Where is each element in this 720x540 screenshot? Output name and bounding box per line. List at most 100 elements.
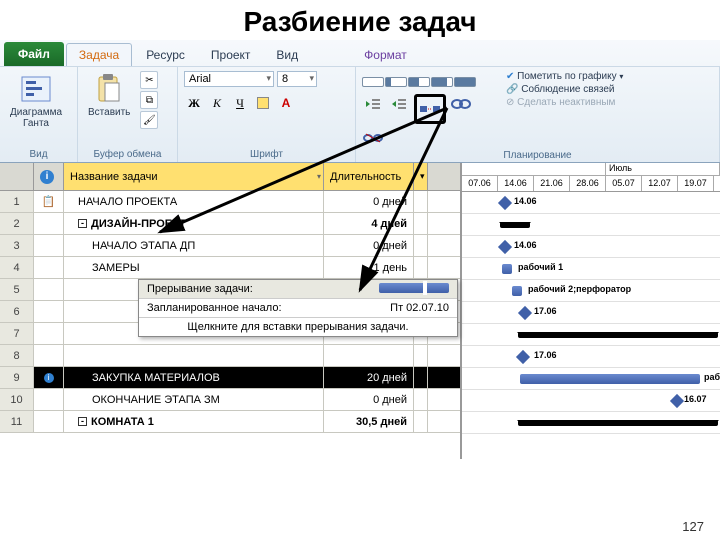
row-number[interactable]: 7: [0, 323, 34, 344]
font-color-button[interactable]: A: [276, 93, 296, 113]
indent-icon[interactable]: [388, 94, 410, 114]
bold-button[interactable]: Ж: [184, 93, 204, 113]
summary-bar[interactable]: [500, 222, 530, 228]
gantt-row[interactable]: 17.06: [462, 346, 720, 368]
cut-button[interactable]: ✂: [140, 71, 158, 89]
tab-project[interactable]: Проект: [199, 44, 263, 66]
duration-cell[interactable]: 4 дней: [324, 213, 414, 234]
gantt-chart-button[interactable]: Диаграмма Ганта: [6, 71, 66, 131]
gantt-row[interactable]: рабочий 2;перфоратор: [462, 280, 720, 302]
table-row[interactable]: 8: [0, 345, 460, 367]
summary-bar[interactable]: [518, 420, 718, 426]
tab-file[interactable]: Файл: [4, 42, 64, 66]
gantt-chart: Июль 07.0614.0621.0628.0605.0712.0719.07…: [462, 163, 720, 459]
task-name-cell[interactable]: -КОМНАТА 1: [64, 411, 324, 432]
italic-button[interactable]: К: [207, 93, 227, 113]
unlink-tasks-icon[interactable]: [362, 128, 384, 148]
row-number[interactable]: 10: [0, 389, 34, 410]
split-task-button[interactable]: [419, 99, 441, 119]
gantt-row[interactable]: [462, 412, 720, 434]
task-name-cell[interactable]: ОКОНЧАНИЕ ЭТАПА ЗМ: [64, 389, 324, 410]
progress-25[interactable]: 25%: [385, 71, 407, 88]
duration-cell[interactable]: 0 дней: [324, 389, 414, 410]
group-view: Диаграмма Ганта Вид: [0, 67, 78, 162]
task-name-cell[interactable]: ЗАМЕРЫ: [64, 257, 324, 278]
inactivate-button[interactable]: ⊘ Сделать неактивным: [506, 97, 623, 108]
duration-cell[interactable]: 1 день: [324, 257, 414, 278]
row-number[interactable]: 6: [0, 301, 34, 322]
task-name-cell[interactable]: [64, 345, 324, 366]
tab-format[interactable]: Формат: [352, 44, 419, 66]
row-number[interactable]: 5: [0, 279, 34, 300]
gantt-row[interactable]: рабочий 1: [462, 258, 720, 280]
fill-color-button[interactable]: [253, 93, 273, 113]
gantt-row[interactable]: 17.06: [462, 302, 720, 324]
table-row[interactable]: 4 ЗАМЕРЫ1 день: [0, 257, 460, 279]
col-task-name[interactable]: Название задачи▾: [64, 163, 324, 190]
tab-view[interactable]: Вид: [264, 44, 310, 66]
col-indicators[interactable]: i: [34, 163, 64, 190]
progress-0[interactable]: 0%: [362, 71, 384, 88]
gantt-row[interactable]: 14.06: [462, 236, 720, 258]
table-row[interactable]: 10 ОКОНЧАНИЕ ЭТАПА ЗМ0 дней: [0, 389, 460, 411]
task-bar[interactable]: [502, 264, 512, 274]
milestone[interactable]: [498, 196, 512, 210]
progress-50[interactable]: 50%: [408, 71, 430, 88]
underline-button[interactable]: Ч: [230, 93, 250, 113]
gantt-row[interactable]: рабоч: [462, 368, 720, 390]
duration-cell[interactable]: 30,5 дней: [324, 411, 414, 432]
progress-75[interactable]: 75%: [431, 71, 453, 88]
duration-cell[interactable]: 0 дней: [324, 235, 414, 256]
table-row[interactable]: 1📋НАЧАЛО ПРОЕКТА0 дней: [0, 191, 460, 213]
milestone[interactable]: [518, 306, 532, 320]
row-number[interactable]: 1: [0, 191, 34, 212]
duration-cell[interactable]: 0 дней: [324, 191, 414, 212]
milestone[interactable]: [670, 394, 684, 408]
paste-button[interactable]: Вставить: [84, 71, 134, 120]
gantt-row[interactable]: [462, 214, 720, 236]
group-clipboard-label: Буфер обмена: [84, 147, 171, 160]
task-name-cell[interactable]: НАЧАЛО ПРОЕКТА: [64, 191, 324, 212]
task-name-cell[interactable]: НАЧАЛО ЭТАПА ДП: [64, 235, 324, 256]
copy-button[interactable]: ⧉: [140, 91, 158, 109]
table-row[interactable]: 2 -ДИЗАЙН-ПРОЕКТ4 дней: [0, 213, 460, 235]
gantt-row[interactable]: 14.06: [462, 192, 720, 214]
duration-cell[interactable]: [324, 345, 414, 366]
row-number[interactable]: 3: [0, 235, 34, 256]
col-expand[interactable]: ▾: [414, 163, 428, 190]
bar-label: 17.06: [534, 306, 557, 316]
gantt-row[interactable]: 16.07: [462, 390, 720, 412]
respect-links-button[interactable]: 🔗 Соблюдение связей: [506, 84, 623, 95]
mark-on-track-button[interactable]: ✔ Пометить по графику ▾: [506, 71, 623, 82]
row-number[interactable]: 4: [0, 257, 34, 278]
progress-100[interactable]: 100%: [454, 71, 476, 88]
milestone[interactable]: [516, 350, 530, 364]
font-name-combo[interactable]: Arial: [184, 71, 274, 87]
summary-bar[interactable]: [518, 332, 718, 338]
duration-cell[interactable]: 20 дней: [324, 367, 414, 388]
tooltip-title: Прерывание задачи:: [147, 283, 253, 295]
row-number[interactable]: 2: [0, 213, 34, 234]
format-painter-button[interactable]: 🖌: [140, 111, 158, 129]
font-size-combo[interactable]: 8: [277, 71, 317, 87]
table-row[interactable]: 3 НАЧАЛО ЭТАПА ДП0 дней: [0, 235, 460, 257]
table-row[interactable]: 9iЗАКУПКА МАТЕРИАЛОВ20 дней: [0, 367, 460, 389]
row-indicator: [34, 235, 64, 256]
task-name-cell[interactable]: -ДИЗАЙН-ПРОЕКТ: [64, 213, 324, 234]
gantt-row[interactable]: [462, 324, 720, 346]
row-number[interactable]: 9: [0, 367, 34, 388]
grid-header: i Название задачи▾ Длительность ▾: [0, 163, 460, 191]
task-name-cell[interactable]: ЗАКУПКА МАТЕРИАЛОВ: [64, 367, 324, 388]
milestone[interactable]: [498, 240, 512, 254]
tab-resource[interactable]: Ресурс: [134, 44, 197, 66]
col-duration[interactable]: Длительность: [324, 163, 414, 190]
task-bar[interactable]: [512, 286, 522, 296]
row-number[interactable]: 11: [0, 411, 34, 432]
col-rownum[interactable]: [0, 163, 34, 190]
outdent-icon[interactable]: [362, 94, 384, 114]
task-bar[interactable]: [520, 374, 700, 384]
row-number[interactable]: 8: [0, 345, 34, 366]
tab-task[interactable]: Задача: [66, 43, 132, 66]
link-tasks-icon[interactable]: [450, 94, 472, 114]
table-row[interactable]: 11 -КОМНАТА 130,5 дней: [0, 411, 460, 433]
